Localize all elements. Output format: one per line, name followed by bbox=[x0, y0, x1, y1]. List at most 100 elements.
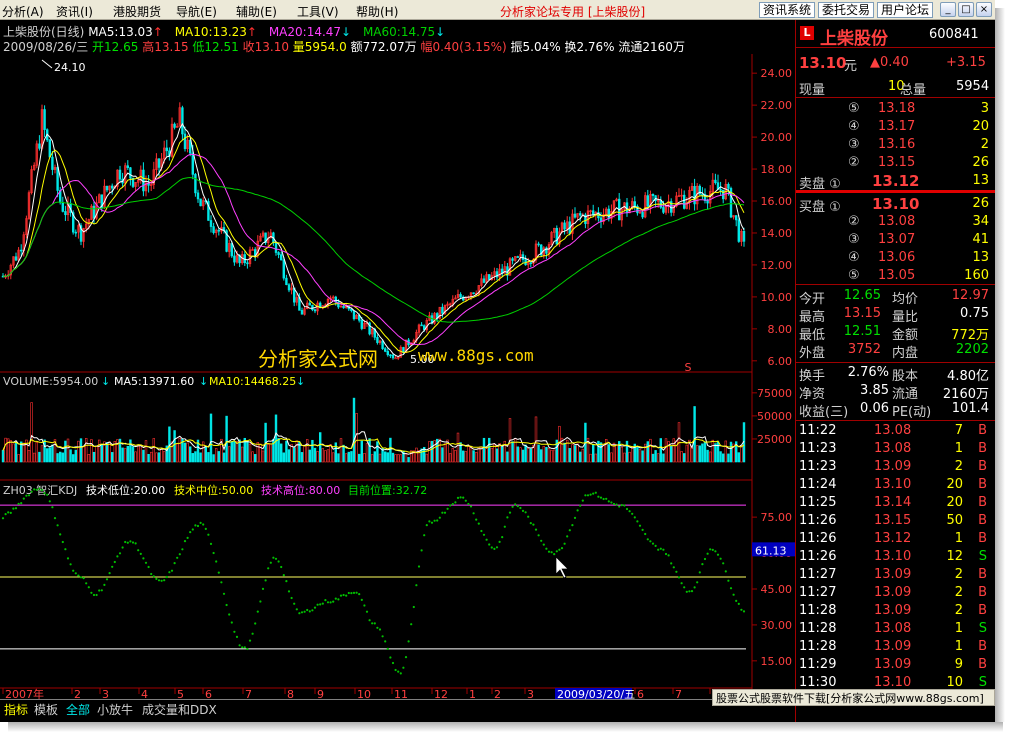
volume-bar bbox=[425, 453, 428, 463]
fund-value: 2160万 bbox=[942, 387, 989, 402]
tab-indicator[interactable]: 指标 bbox=[4, 701, 28, 718]
tick-time: 11:27 bbox=[799, 585, 837, 600]
kdj-point bbox=[490, 546, 493, 549]
volume-bar bbox=[456, 432, 460, 463]
kdj-point bbox=[477, 522, 480, 525]
kdj-point bbox=[740, 608, 743, 611]
volume-label: VOLUME:5954.00 bbox=[3, 375, 98, 388]
news-system-button[interactable]: 资讯系统 bbox=[759, 2, 816, 18]
ad-banner[interactable]: 股票公式股票软件下载[分析家公式网www.88gs.com] bbox=[712, 689, 995, 706]
kdj-point bbox=[72, 569, 75, 572]
kdj-point bbox=[407, 640, 410, 643]
volume-bar bbox=[399, 454, 402, 463]
kdj-point bbox=[555, 550, 558, 553]
volume-bar bbox=[176, 443, 179, 463]
tick-row: 11:26 13.12 1 B bbox=[796, 531, 993, 548]
kdj-point bbox=[248, 639, 252, 642]
candle-body bbox=[105, 185, 109, 191]
volume-bar bbox=[490, 447, 493, 463]
kdj-point bbox=[615, 503, 618, 506]
kdj-point bbox=[316, 603, 319, 606]
maximize-icon[interactable]: □ bbox=[958, 2, 974, 17]
tab-volume-ddx[interactable]: 成交量和DDX bbox=[142, 701, 217, 718]
menu-tools[interactable]: 工具(V) bbox=[297, 3, 339, 20]
volume-bar bbox=[370, 454, 374, 463]
kline-chart[interactable]: 24.0022.0020.0018.0016.0014.0012.0010.00… bbox=[0, 54, 795, 699]
kdj-dots bbox=[1, 487, 746, 675]
tick-side: S bbox=[978, 549, 987, 564]
volume-arrow: ↓ bbox=[296, 375, 305, 388]
kdj-point bbox=[612, 502, 616, 506]
volume-bar bbox=[292, 447, 296, 463]
app-window: 分析(A) 资讯(I) 港股期货 导航(E) 辅助(E) 工具(V) 帮助(H)… bbox=[0, 0, 995, 722]
kdj-point bbox=[347, 591, 350, 595]
kdj-point bbox=[521, 509, 525, 512]
volume-bar bbox=[628, 451, 631, 463]
asks-price: 13.16 bbox=[878, 137, 916, 152]
stats-row: 最高 13.15 量比 0.75 bbox=[796, 306, 993, 325]
kdj-point bbox=[142, 557, 145, 560]
bids-volume: 34 bbox=[972, 214, 989, 229]
fund-value: 0.06 bbox=[860, 401, 889, 416]
volume-bar bbox=[454, 449, 457, 463]
menu-hk-futures[interactable]: 港股期货 bbox=[113, 3, 161, 20]
kdj-point bbox=[116, 555, 119, 558]
volume-bar bbox=[204, 446, 207, 463]
asks-volume: 26 bbox=[972, 155, 989, 170]
kdj-point bbox=[456, 496, 460, 499]
kdj-point bbox=[183, 540, 187, 543]
minimize-icon[interactable]: _ bbox=[940, 2, 956, 17]
tick-price: 13.12 bbox=[874, 531, 912, 546]
candle-body bbox=[633, 201, 637, 207]
close-icon[interactable]: × bbox=[976, 2, 992, 17]
tick-price: 13.09 bbox=[874, 585, 912, 600]
volume-bar bbox=[378, 453, 382, 463]
forum-button[interactable]: 用户论坛 bbox=[877, 2, 934, 18]
candle-body bbox=[472, 292, 475, 294]
volume-bar bbox=[581, 448, 585, 463]
bids-row: ③ 13.07 41 bbox=[796, 232, 993, 249]
kdj-point bbox=[618, 505, 621, 508]
kdj-point bbox=[371, 622, 374, 625]
last-price: 13.10 bbox=[799, 54, 847, 72]
volume-bar bbox=[420, 448, 423, 463]
volume-bar bbox=[623, 452, 626, 463]
kdj-point bbox=[410, 623, 413, 626]
asks-volume: 13 bbox=[972, 173, 989, 188]
volume-bar bbox=[474, 452, 478, 463]
tab-xiaofangniu[interactable]: 小放牛 bbox=[97, 701, 133, 718]
menu-navigate[interactable]: 导航(E) bbox=[176, 3, 217, 20]
candle-body bbox=[230, 243, 233, 257]
menu-assist[interactable]: 辅助(E) bbox=[236, 3, 277, 20]
tick-time: 11:26 bbox=[799, 549, 837, 564]
candle-body bbox=[173, 123, 176, 128]
menu-analysis[interactable]: 分析(A) bbox=[2, 3, 44, 20]
volume-bar bbox=[701, 443, 704, 463]
kdj-point bbox=[623, 504, 626, 507]
candle-body bbox=[274, 242, 278, 253]
kdj-point bbox=[722, 562, 725, 565]
kdj-point bbox=[670, 562, 673, 565]
candle-body bbox=[352, 310, 356, 320]
kdj-point bbox=[534, 528, 538, 531]
menu-news[interactable]: 资讯(I) bbox=[56, 3, 93, 20]
tab-all[interactable]: 全部 bbox=[66, 701, 90, 718]
kdj-point bbox=[675, 570, 678, 573]
stat-label: 均价 bbox=[892, 292, 919, 307]
tick-side: B bbox=[978, 423, 987, 438]
trade-button[interactable]: 委托交易 bbox=[818, 2, 875, 18]
volume-bar bbox=[373, 451, 376, 463]
kdj-point bbox=[90, 591, 93, 594]
candle-body bbox=[56, 167, 59, 191]
menu-help[interactable]: 帮助(H) bbox=[356, 3, 398, 20]
kdj-point bbox=[641, 528, 644, 531]
volume-bar bbox=[485, 448, 488, 463]
volume-bar bbox=[9, 440, 12, 463]
volume-axis-label: 25000 bbox=[757, 433, 792, 446]
volume-bar bbox=[139, 444, 142, 463]
tab-template[interactable]: 模板 bbox=[34, 701, 58, 718]
asks-level: ⑤ bbox=[848, 101, 860, 116]
kdj-point bbox=[438, 516, 441, 519]
volume-bar bbox=[396, 454, 400, 463]
tick-price: 13.09 bbox=[874, 603, 912, 618]
